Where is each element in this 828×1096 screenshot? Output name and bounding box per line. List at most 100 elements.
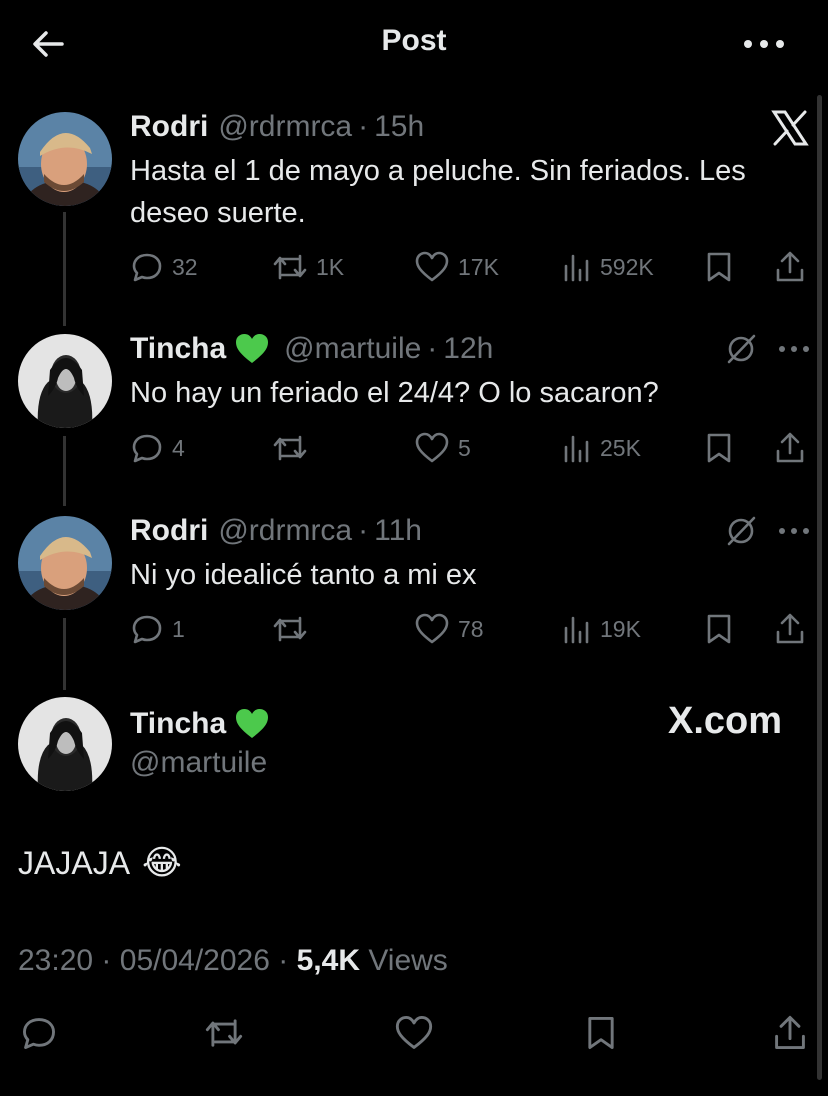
post-text-content: JAJAJA — [18, 844, 131, 881]
avatar[interactable] — [18, 516, 112, 610]
like-count: 17K — [458, 254, 499, 280]
post-text: JAJAJA 😂 — [18, 843, 182, 883]
reply-button[interactable] — [20, 1014, 66, 1052]
comment-icon — [132, 615, 162, 644]
more-horizontal-icon — [779, 346, 809, 352]
heart-outline-icon — [395, 1016, 433, 1049]
bookmark-button[interactable] — [704, 431, 742, 465]
post-time[interactable]: 11h — [374, 514, 422, 548]
reply-header: Tincha @martuile · 12h — [130, 330, 493, 368]
text-line: Hasta el 1 de mayo a peluche. Sin feriad… — [130, 155, 746, 187]
post-time[interactable]: 15h — [374, 110, 424, 144]
grok-icon[interactable] — [724, 332, 758, 366]
share-button[interactable] — [774, 612, 814, 646]
reply-header: Rodri @rdrmrca · 11h — [130, 512, 422, 550]
repost-icon — [273, 254, 307, 280]
reply-button[interactable]: 4 — [130, 431, 185, 465]
separator-dot: · — [358, 514, 369, 547]
separator-dot: · — [101, 944, 112, 977]
thread-line — [63, 436, 66, 506]
author-name[interactable]: Tincha — [130, 707, 226, 741]
bar-chart-icon — [564, 254, 589, 282]
more-options-button[interactable] — [776, 524, 812, 538]
separator-dot: · — [427, 332, 438, 365]
reply-text: No hay un feriado el 24/4? O lo sacaron? — [130, 377, 659, 409]
author-name[interactable]: Rodri — [130, 514, 208, 548]
repost-button[interactable] — [272, 612, 316, 646]
reply-count: 1 — [172, 616, 185, 642]
repost-button[interactable] — [204, 1014, 252, 1052]
reply-count: 4 — [172, 435, 185, 461]
views-button[interactable]: 19K — [562, 612, 641, 646]
post-time[interactable]: 23:20 — [18, 944, 93, 977]
more-options-button[interactable] — [776, 342, 812, 356]
share-icon — [776, 251, 804, 282]
comment-icon — [132, 253, 162, 282]
views-button[interactable]: 25K — [562, 431, 641, 465]
post-author: Tincha — [130, 705, 270, 743]
author-handle[interactable]: @rdrmrca — [218, 514, 352, 548]
views-count: 19K — [600, 616, 641, 642]
green-heart-icon — [234, 332, 270, 366]
avatar[interactable] — [18, 697, 112, 791]
repost-icon — [205, 1019, 243, 1047]
comment-icon — [132, 434, 162, 463]
share-button[interactable] — [774, 250, 814, 284]
heart-outline-icon — [415, 613, 449, 644]
scrollbar[interactable] — [817, 95, 822, 1080]
bookmark-icon — [707, 614, 731, 644]
more-options-button[interactable] — [740, 30, 788, 58]
green-heart-icon — [234, 707, 270, 741]
text-line: deseo suerte. — [130, 197, 306, 229]
views-label: Views — [368, 944, 448, 977]
repost-button[interactable]: 1K — [272, 250, 344, 284]
author-name[interactable]: Tincha — [130, 332, 226, 366]
share-button[interactable] — [772, 1014, 816, 1052]
views-count: 25K — [600, 435, 641, 461]
post-meta: 23:20 · 05/04/2026 · 5,4K Views — [18, 944, 448, 978]
repost-button[interactable] — [272, 431, 316, 465]
like-button[interactable]: 5 — [414, 431, 471, 465]
repost-icon — [273, 435, 307, 461]
reply-count: 32 — [172, 254, 198, 280]
reply-text: Hasta el 1 de mayo a peluche. Sin feriad… — [130, 150, 746, 234]
bookmark-button[interactable] — [704, 612, 742, 646]
bookmark-icon — [707, 252, 731, 282]
reply-button[interactable]: 1 — [130, 612, 185, 646]
heart-outline-icon — [415, 432, 449, 463]
bookmark-button[interactable] — [584, 1014, 626, 1052]
views-count[interactable]: 5,4K — [297, 944, 360, 977]
grok-icon[interactable] — [724, 514, 758, 548]
x-logo-icon — [770, 108, 810, 148]
more-horizontal-icon — [744, 40, 784, 48]
share-icon — [776, 432, 804, 463]
author-name[interactable]: Rodri — [130, 110, 208, 144]
bookmark-button[interactable] — [704, 250, 742, 284]
thread-line — [63, 212, 66, 326]
post-time[interactable]: 12h — [443, 332, 493, 366]
reply-button[interactable]: 32 — [130, 250, 198, 284]
reply-header: Rodri @rdrmrca · 15h — [130, 108, 424, 146]
share-icon — [775, 1015, 805, 1049]
like-count: 5 — [458, 435, 471, 461]
comment-icon — [23, 1018, 55, 1049]
bar-chart-icon — [564, 616, 589, 644]
watermark-text: X.com — [668, 700, 783, 742]
repost-count: 1K — [316, 254, 345, 280]
views-button[interactable]: 592K — [562, 250, 654, 284]
avatar[interactable] — [18, 112, 112, 206]
more-horizontal-icon — [779, 528, 809, 534]
like-button[interactable]: 17K — [414, 250, 499, 284]
post-date[interactable]: 05/04/2026 — [120, 944, 270, 977]
like-button[interactable] — [394, 1014, 442, 1052]
like-button[interactable]: 78 — [414, 612, 484, 646]
thread-line — [63, 618, 66, 690]
avatar[interactable] — [18, 334, 112, 428]
separator-dot: · — [358, 110, 369, 143]
share-button[interactable] — [774, 431, 814, 465]
bookmark-icon — [588, 1017, 614, 1049]
author-handle[interactable]: @rdrmrca — [218, 110, 352, 144]
author-handle[interactable]: @martuile — [284, 332, 421, 366]
author-handle[interactable]: @martuile — [130, 746, 267, 780]
watermark: X.com — [668, 700, 782, 743]
